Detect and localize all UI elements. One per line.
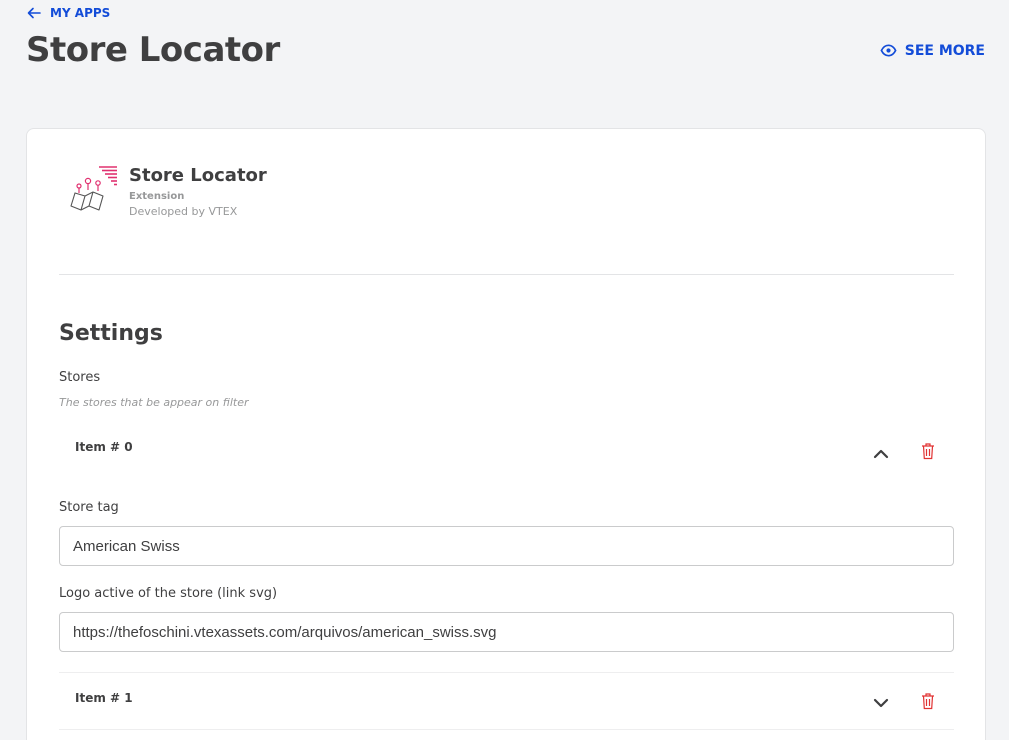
- back-link-label: MY APPS: [50, 6, 111, 20]
- store-item-0: Item # 0: [59, 420, 954, 478]
- trash-icon[interactable]: [921, 442, 935, 460]
- store-locator-app-icon: [70, 166, 117, 211]
- arrow-left-icon: [27, 7, 41, 19]
- eye-icon: [880, 44, 897, 57]
- app-settings-card: Store Locator Extension Developed by VTE…: [26, 128, 986, 740]
- chevron-down-icon[interactable]: [871, 693, 891, 713]
- store-tag-input[interactable]: [59, 526, 954, 566]
- app-developer: Developed by VTEX: [129, 205, 238, 218]
- app-name: Store Locator: [129, 165, 267, 186]
- divider: [59, 274, 954, 275]
- app-type: Extension: [129, 191, 185, 202]
- logo-link-label: Logo active of the store (link svg): [59, 586, 278, 601]
- settings-title: Settings: [59, 321, 163, 346]
- stores-label: Stores: [59, 370, 101, 385]
- logo-link-input[interactable]: [59, 612, 954, 652]
- store-item-1: Item # 1: [59, 672, 954, 730]
- stores-description: The stores that be appear on filter: [59, 396, 249, 409]
- trash-icon[interactable]: [921, 692, 935, 710]
- see-more-button[interactable]: SEE MORE: [880, 42, 985, 59]
- page-title: Store Locator: [26, 30, 280, 70]
- store-tag-label: Store tag: [59, 500, 119, 515]
- see-more-label: SEE MORE: [904, 42, 985, 59]
- store-item-label: Item # 1: [75, 691, 133, 705]
- store-item-label: Item # 0: [75, 440, 133, 454]
- back-to-my-apps-link[interactable]: MY APPS: [26, 5, 110, 21]
- chevron-up-icon[interactable]: [871, 444, 891, 464]
- app-header: Store Locator Extension Developed by VTE…: [65, 163, 267, 219]
